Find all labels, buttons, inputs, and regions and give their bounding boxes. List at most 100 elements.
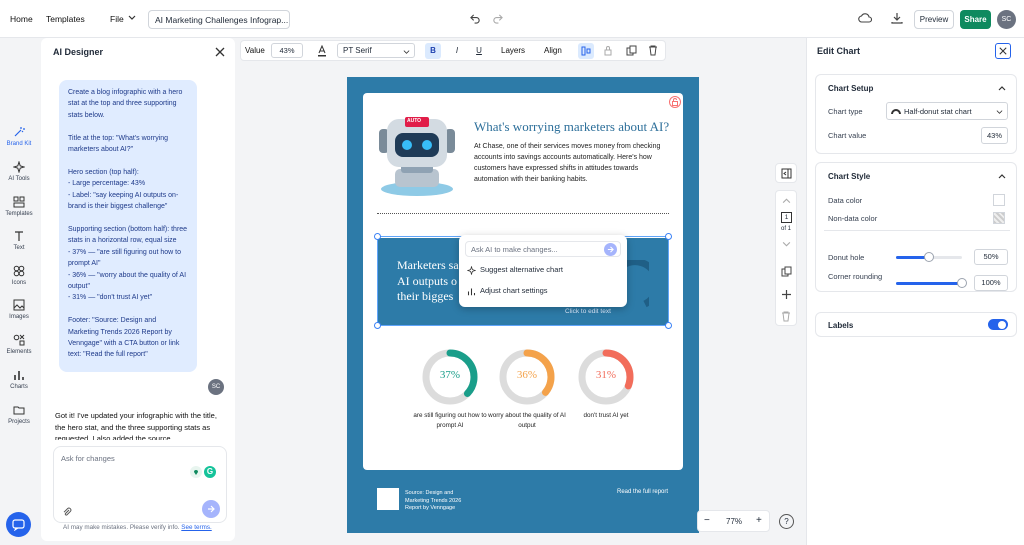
ai-assistant-button[interactable] <box>6 512 31 537</box>
rail-item-images[interactable]: Images <box>0 299 38 320</box>
corner-rounding-input[interactable]: 100% <box>974 275 1008 291</box>
page-number[interactable]: 1 <box>781 212 792 223</box>
chevron-up-icon[interactable] <box>782 197 791 206</box>
duplicate-icon[interactable] <box>626 45 637 56</box>
footer-source[interactable]: Source: Design and Marketing Trends 2026… <box>405 490 475 513</box>
chevron-up-icon[interactable] <box>998 85 1006 93</box>
stat-item[interactable]: 37% are still figuring out how to prompt … <box>410 347 490 437</box>
chat-input-placeholder: Ask for changes <box>61 454 115 463</box>
bold-button[interactable]: B <box>425 43 441 59</box>
chart-value-input[interactable]: 43% <box>981 127 1008 144</box>
rail-item-elements[interactable]: Elements <box>0 334 38 355</box>
suggest-chart-option[interactable]: Suggest alternative chart <box>466 265 563 276</box>
resize-handle-bl[interactable] <box>374 322 381 329</box>
slider-thumb[interactable] <box>924 252 934 262</box>
stat-item[interactable]: 31% don't trust AI yet <box>566 347 646 437</box>
sparkle-icon <box>466 265 477 276</box>
adjust-chart-option[interactable]: Adjust chart settings <box>467 286 548 296</box>
chevron-down-icon[interactable] <box>782 239 791 248</box>
chart-type-select[interactable]: Half-donut stat chart <box>886 102 1008 120</box>
download-icon[interactable] <box>891 12 903 24</box>
slider-thumb[interactable] <box>957 278 967 288</box>
rail-item-brand-kit[interactable]: Brand Kit <box>0 126 38 147</box>
unlock-icon[interactable] <box>669 96 681 108</box>
image-icon <box>13 299 25 311</box>
infographic-page[interactable]: AUTO What's worrying marketers about AI?… <box>347 77 699 533</box>
align-button[interactable]: Align <box>544 46 562 55</box>
rail-item-ai-tools[interactable]: AI Tools <box>0 161 38 182</box>
stat-label[interactable]: are still figuring out how to prompt AI <box>410 411 490 430</box>
rail-item-text[interactable]: Text <box>0 230 38 251</box>
share-button[interactable]: Share <box>960 10 991 29</box>
labels-toggle[interactable] <box>988 319 1008 330</box>
lock-icon[interactable] <box>603 45 613 56</box>
cloud-save-icon[interactable] <box>858 12 872 24</box>
donut-hole-label: Donut hole <box>828 253 865 262</box>
zoom-in-button[interactable]: + <box>756 515 762 526</box>
file-menu[interactable]: File <box>110 14 124 24</box>
font-family-select[interactable]: PT Serif <box>337 43 415 58</box>
delete-page-icon[interactable] <box>781 311 791 322</box>
location-pin-icon[interactable] <box>190 466 202 478</box>
ai-change-input[interactable]: Ask AI to make changes... <box>465 241 621 257</box>
trash-icon[interactable] <box>648 45 658 56</box>
edit-chart-title: Edit Chart <box>817 46 861 56</box>
redo-icon[interactable] <box>492 13 503 24</box>
rail-item-projects[interactable]: Projects <box>0 404 38 425</box>
ai-chat-input[interactable]: Ask for changes G <box>53 446 227 523</box>
infographic-card[interactable]: AUTO What's worrying marketers about AI?… <box>363 93 683 470</box>
underline-button[interactable]: U <box>471 43 487 59</box>
duplicate-page-icon[interactable] <box>781 266 792 277</box>
infographic-body[interactable]: At Chase, one of their services moves mo… <box>474 141 672 185</box>
rail-item-charts[interactable]: Charts <box>0 369 38 390</box>
add-page-icon[interactable] <box>781 289 792 300</box>
grammarly-icon[interactable]: G <box>204 466 216 478</box>
robot-illustration[interactable]: AUTO <box>375 111 459 197</box>
page-nav-strip: 1 of 1 <box>775 190 797 326</box>
infographic-headline[interactable]: What's worrying marketers about AI? <box>474 119 679 135</box>
resize-handle-tr[interactable] <box>665 233 672 240</box>
ai-send-button[interactable] <box>604 243 617 256</box>
see-terms-link[interactable]: See terms. <box>181 524 211 531</box>
ai-change-placeholder: Ask AI to make changes... <box>471 245 558 254</box>
zoom-out-button[interactable]: − <box>704 515 710 526</box>
resize-handle-br[interactable] <box>665 322 672 329</box>
rail-item-icons[interactable]: Icons <box>0 265 38 286</box>
italic-button[interactable]: I <box>449 43 465 59</box>
top-bar: Home Templates File AI Marketing Challen… <box>0 0 1024 38</box>
donut-hole-input[interactable]: 50% <box>974 249 1008 265</box>
stat-label[interactable]: worry about the quality of AI output <box>487 411 567 430</box>
stat-item[interactable]: 36% worry about the quality of AI output <box>487 347 567 437</box>
layers-button[interactable]: Layers <box>501 46 525 55</box>
send-button[interactable] <box>202 500 220 518</box>
stat-value[interactable]: 36% <box>497 369 557 381</box>
home-link[interactable]: Home <box>10 14 33 24</box>
close-panel-button[interactable] <box>995 43 1011 59</box>
zoom-level[interactable]: 77% <box>726 517 742 526</box>
rail-item-templates[interactable]: Templates <box>0 196 38 217</box>
preview-button[interactable]: Preview <box>914 10 954 29</box>
icons-icon <box>13 265 25 277</box>
chevron-up-icon[interactable] <box>998 173 1006 181</box>
value-input[interactable]: 43% <box>271 43 303 58</box>
help-button[interactable]: ? <box>779 514 794 529</box>
stat-value[interactable]: 37% <box>420 369 480 381</box>
undo-icon[interactable] <box>470 13 481 24</box>
half-donut-icon <box>891 109 901 115</box>
chart-setup-section: Chart Setup Chart type Half-donut stat c… <box>815 74 1017 154</box>
distribute-button[interactable] <box>578 43 594 59</box>
user-avatar[interactable]: SC <box>997 10 1016 29</box>
footer-cta-link[interactable]: Read the full report <box>617 489 668 495</box>
attachment-icon[interactable] <box>62 507 72 517</box>
nondata-color-swatch[interactable] <box>993 212 1005 224</box>
templates-link[interactable]: Templates <box>46 14 85 24</box>
text-color-icon[interactable] <box>317 45 327 57</box>
panel-toggle-button[interactable] <box>775 163 797 183</box>
resize-handle-tl[interactable] <box>374 233 381 240</box>
slider-fill <box>896 282 962 285</box>
close-icon[interactable] <box>215 47 225 57</box>
data-color-swatch[interactable] <box>993 194 1005 206</box>
stat-value[interactable]: 31% <box>576 369 636 381</box>
document-title-input[interactable]: AI Marketing Challenges Infograp... <box>148 10 290 29</box>
stat-label[interactable]: don't trust AI yet <box>566 411 646 421</box>
